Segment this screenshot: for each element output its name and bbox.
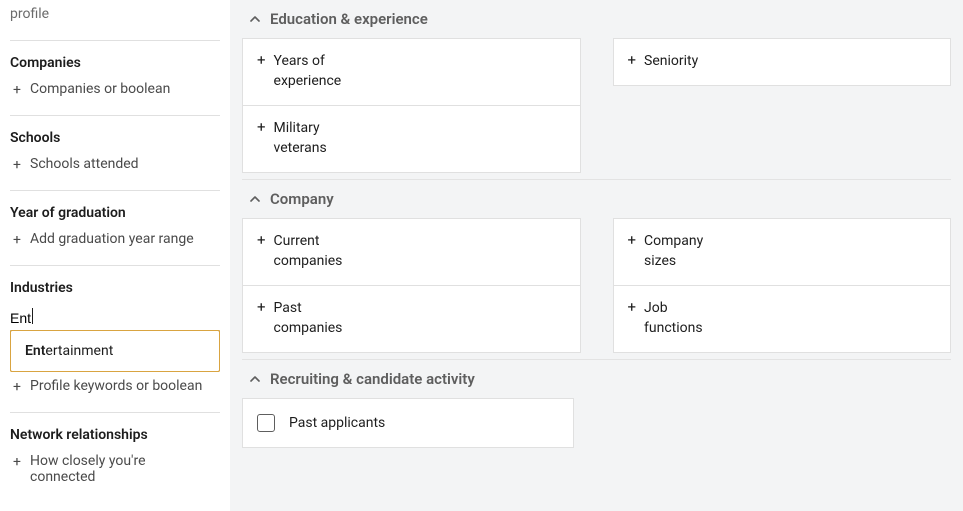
chevron-up-icon <box>248 12 262 26</box>
chevron-up-icon <box>248 192 262 206</box>
chevron-up-icon <box>248 372 262 386</box>
plus-icon: + <box>628 51 637 69</box>
sidebar-heading-schools: Schools <box>10 122 220 152</box>
education-cards: + Years of experience + Military veteran… <box>242 38 951 173</box>
card-label: Current companies <box>274 231 364 271</box>
dropdown-item-rest: ertainment <box>45 343 113 359</box>
plus-icon: + <box>628 231 637 249</box>
add-keywords-label: Profile keywords or boolean <box>30 378 202 394</box>
add-gradyear-label: Add graduation year range <box>30 231 194 247</box>
add-companies-label: Companies or boolean <box>30 81 170 97</box>
card-label: Company sizes <box>644 231 724 271</box>
panel-header-company[interactable]: Company <box>242 180 951 218</box>
plus-icon: + <box>10 156 24 174</box>
card-years-experience[interactable]: + Years of experience <box>242 38 581 106</box>
plus-icon: + <box>10 231 24 249</box>
company-col-right: + Company sizes + Job functions <box>613 218 952 353</box>
dropdown-item-prefix: Ent <box>25 343 45 359</box>
sidebar-partial-text: profile <box>10 6 220 28</box>
card-label: Past companies <box>274 298 364 338</box>
education-col-left: + Years of experience + Military veteran… <box>242 38 581 173</box>
checkbox-past-applicants[interactable] <box>257 414 275 432</box>
industries-input[interactable] <box>10 306 220 331</box>
panel-title-recruiting: Recruiting & candidate activity <box>270 370 475 388</box>
education-col-right: + Seniority <box>613 38 952 173</box>
card-label: Seniority <box>644 51 698 71</box>
plus-icon: + <box>10 81 24 99</box>
plus-icon: + <box>257 51 266 69</box>
company-cards: + Current companies + Past companies + C… <box>242 218 951 353</box>
card-label: Past applicants <box>289 413 385 433</box>
panel-header-education[interactable]: Education & experience <box>242 0 951 38</box>
plus-icon: + <box>10 453 24 471</box>
add-gradyear[interactable]: + Add graduation year range <box>10 227 220 253</box>
sidebar-heading-companies: Companies <box>10 47 220 77</box>
add-companies[interactable]: + Companies or boolean <box>10 77 220 103</box>
sidebar-section-companies: Companies + Companies or boolean <box>10 41 220 115</box>
sidebar-section-partial: profile <box>10 0 220 40</box>
sidebar-heading-network: Network relationships <box>10 419 220 449</box>
add-keywords[interactable]: + Profile keywords or boolean <box>10 374 220 400</box>
card-past-applicants[interactable]: Past applicants <box>242 398 574 448</box>
sidebar-section-keywords: + Profile keywords or boolean <box>10 374 220 412</box>
add-network-label: How closely you're connected <box>30 453 200 485</box>
industries-dropdown: Entertainment <box>10 330 220 372</box>
add-network[interactable]: + How closely you're connected <box>10 449 220 489</box>
sidebar-section-gradyear: Year of graduation + Add graduation year… <box>10 191 220 265</box>
plus-icon: + <box>257 118 266 136</box>
panel-title-education: Education & experience <box>270 10 428 28</box>
company-col-left: + Current companies + Past companies <box>242 218 581 353</box>
dropdown-item-entertainment[interactable]: Entertainment <box>11 333 219 369</box>
card-job-functions[interactable]: + Job functions <box>613 286 952 353</box>
sidebar-heading-gradyear: Year of graduation <box>10 197 220 227</box>
sidebar-heading-industries: Industries <box>10 272 220 302</box>
panel-header-recruiting[interactable]: Recruiting & candidate activity <box>242 360 951 398</box>
sidebar-section-schools: Schools + Schools attended <box>10 116 220 190</box>
card-current-companies[interactable]: + Current companies <box>242 218 581 286</box>
card-company-sizes[interactable]: + Company sizes <box>613 218 952 286</box>
main-panel: Education & experience + Years of experi… <box>230 0 963 511</box>
panel-title-company: Company <box>270 190 334 208</box>
plus-icon: + <box>628 298 637 316</box>
card-label: Years of experience <box>274 51 364 91</box>
recruiting-cards: Past applicants <box>242 398 951 448</box>
sidebar-section-network: Network relationships + How closely you'… <box>10 413 220 501</box>
add-schools-label: Schools attended <box>30 156 139 172</box>
plus-icon: + <box>257 231 266 249</box>
sidebar: profile Companies + Companies or boolean… <box>0 0 230 511</box>
card-past-companies[interactable]: + Past companies <box>242 286 581 353</box>
text-caret <box>32 308 33 324</box>
plus-icon: + <box>10 378 24 396</box>
add-schools[interactable]: + Schools attended <box>10 152 220 178</box>
sidebar-section-industries: Industries Entertainment <box>10 266 220 345</box>
card-label: Military veterans <box>274 118 354 158</box>
card-label: Job functions <box>644 298 724 338</box>
plus-icon: + <box>257 298 266 316</box>
card-military-veterans[interactable]: + Military veterans <box>242 106 581 173</box>
card-seniority[interactable]: + Seniority <box>613 38 952 86</box>
industries-input-wrap: Entertainment <box>10 302 220 333</box>
